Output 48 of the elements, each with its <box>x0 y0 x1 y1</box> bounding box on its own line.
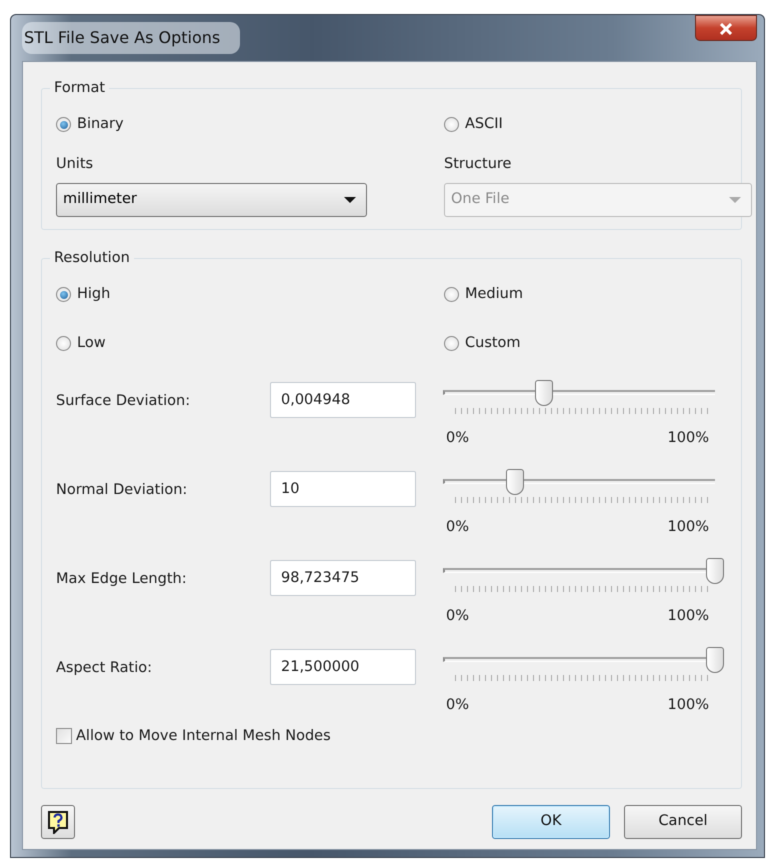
radio-dot[interactable] <box>444 287 459 302</box>
slider-thumb[interactable] <box>706 646 724 672</box>
field-label: Surface Deviation: <box>56 392 192 410</box>
text-field[interactable]: 98,723475 <box>270 560 416 596</box>
radio-button[interactable]: High <box>56 284 110 306</box>
scale-label: 0% <box>446 606 470 626</box>
slider-track[interactable] <box>443 644 725 674</box>
radio-button[interactable]: Medium <box>444 284 523 306</box>
radio-dot[interactable] <box>56 117 71 132</box>
scale-label: 100% <box>668 428 709 448</box>
scale-label: 0% <box>446 428 470 448</box>
field-label: Units <box>56 154 94 174</box>
radio-button[interactable]: ASCII <box>444 114 503 136</box>
radio-button[interactable]: Custom <box>444 332 521 354</box>
scale-label: 0% <box>446 518 470 536</box>
scale-label: 100% <box>668 696 709 714</box>
field-label: Structure <box>444 154 512 174</box>
dropdown[interactable]: millimeter <box>56 183 367 218</box>
scale-label: 100% <box>668 606 709 626</box>
checkbox[interactable] <box>56 728 72 744</box>
radio-button[interactable]: Low <box>56 332 106 354</box>
scale-label: 0% <box>446 696 470 714</box>
radio-dot[interactable] <box>56 287 71 302</box>
radio-dot[interactable] <box>56 336 71 352</box>
radio-dot[interactable] <box>444 336 459 352</box>
help-button[interactable] <box>41 805 75 839</box>
help-icon <box>47 810 69 834</box>
caret-icon <box>729 197 741 204</box>
slider-thumb[interactable] <box>506 468 524 494</box>
text-field[interactable]: 10 <box>270 470 416 506</box>
caret-icon <box>344 197 356 204</box>
radio-dot[interactable] <box>444 117 459 132</box>
close-button[interactable] <box>695 15 757 41</box>
window-title: STL File Save As Options <box>22 22 240 54</box>
ok-button[interactable]: OK <box>492 805 610 839</box>
slider-thumb[interactable] <box>535 380 554 406</box>
radio-button[interactable]: Binary <box>56 114 124 136</box>
field-label: Aspect Ratio: <box>56 658 153 678</box>
cancel-button[interactable]: Cancel <box>624 805 742 839</box>
field-label: Normal Deviation: <box>56 480 188 500</box>
slider-thumb[interactable] <box>706 558 724 584</box>
slider-track[interactable] <box>443 556 725 586</box>
close-icon <box>720 22 732 35</box>
scale-label: 100% <box>668 518 709 536</box>
field-label: Max Edge Length: <box>56 570 188 588</box>
text-field[interactable]: 21,500000 <box>270 648 416 684</box>
text-field[interactable]: 0,004948 <box>270 382 416 418</box>
checkbox-label: Allow to Move Internal Mesh Nodes <box>76 726 331 746</box>
